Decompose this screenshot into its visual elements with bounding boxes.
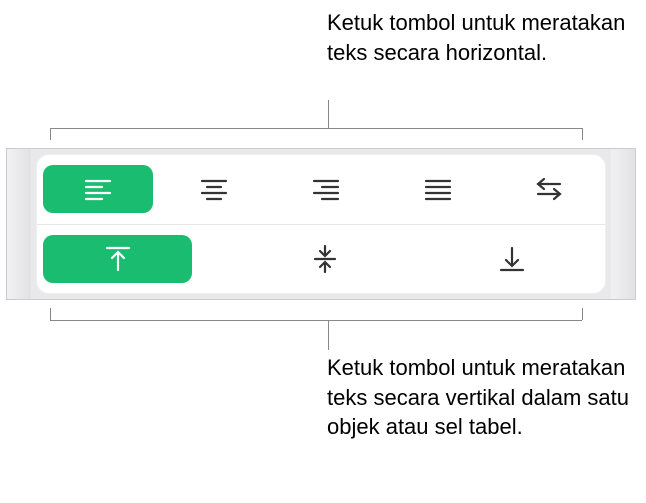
valign-bottom-button[interactable] [419,232,605,286]
valign-bottom-icon [499,245,525,273]
leader-line [328,100,329,128]
align-left-button[interactable] [43,165,153,213]
valign-top-button[interactable] [43,235,192,283]
alignment-panel [6,148,636,300]
leader-line [50,128,582,129]
align-right-button[interactable] [270,162,382,216]
align-center-icon [200,177,228,201]
align-justify-icon [424,177,452,201]
alignment-control-group [37,155,605,293]
leader-line [50,320,582,321]
valign-middle-icon [312,244,338,274]
leader-line [582,128,583,140]
leader-line [582,308,583,320]
callout-horizontal-align: Ketuk tombol untuk meratakan teks secara… [327,8,646,67]
text-direction-button[interactable] [493,162,605,216]
vertical-align-row [37,224,605,294]
valign-top-icon [105,245,131,273]
align-left-icon [84,177,112,201]
valign-middle-button[interactable] [232,232,418,286]
align-right-icon [312,177,340,201]
panel-handle-right [611,149,635,299]
leader-line [50,308,51,320]
align-center-button[interactable] [159,162,271,216]
align-justify-button[interactable] [382,162,494,216]
callout-vertical-align: Ketuk tombol untuk meratakan teks secara… [327,353,646,442]
leader-line [328,320,329,350]
leader-line [50,128,51,140]
horizontal-align-row [37,155,605,224]
panel-handle-left [7,149,31,299]
text-direction-icon [534,176,564,202]
